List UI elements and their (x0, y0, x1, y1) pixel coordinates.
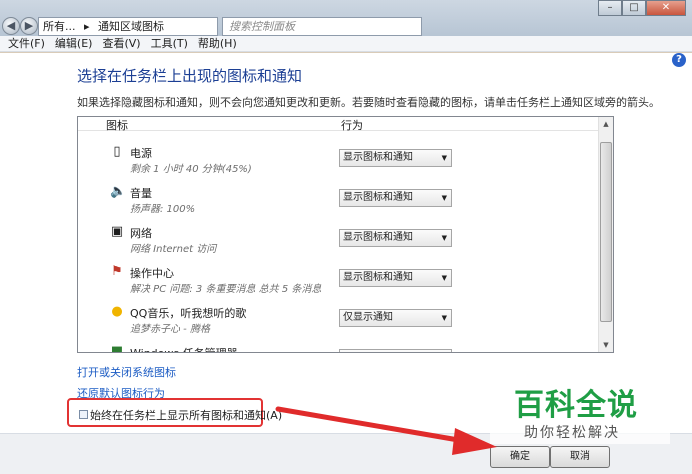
scroll-thumb[interactable] (600, 142, 612, 322)
menu-view[interactable]: 查看(V) (102, 36, 140, 51)
highlight-box: 始终在任务栏上显示所有图标和通知(A) (67, 398, 282, 427)
menu-edit[interactable]: 编辑(E) (55, 36, 93, 51)
close-button[interactable]: ✕ (646, 0, 686, 16)
vertical-scrollbar[interactable]: ▲ ▼ (598, 117, 613, 352)
item-name: 音量 (130, 187, 152, 200)
dropdown-arrow-icon: ▼ (441, 154, 447, 162)
menu-file[interactable]: 文件(F) (8, 36, 45, 51)
list-item: ⚑ 操作中心 解决 PC 问题: 3 条重要消息 总共 5 条消息 显示图标和通… (78, 261, 598, 301)
behavior-value: 仅显示通知 (343, 312, 393, 323)
checkbox-label[interactable]: 始终在任务栏上显示所有图标和通知(A) (90, 407, 282, 423)
item-subtitle: 解决 PC 问题: 3 条重要消息 总共 5 条消息 (130, 284, 322, 295)
behavior-value: 显示图标和通知 (343, 152, 413, 163)
item-name: QQ音乐，听我想听的歌 (130, 307, 247, 320)
search-input[interactable]: 搜索控制面板 (222, 17, 422, 36)
back-icon[interactable]: ◀ (2, 17, 20, 35)
battery-icon: ▯ (113, 144, 121, 159)
item-subtitle: 网络 Internet 访问 (130, 244, 217, 255)
speaker-icon: 🔈 (110, 184, 127, 199)
task-manager-icon: ■ (110, 344, 124, 353)
item-name: 电源 (130, 147, 152, 160)
behavior-value: 显示图标和通知 (343, 272, 413, 283)
address-segment[interactable]: 所有... (43, 20, 76, 33)
column-header-icon[interactable]: 图标 (106, 117, 128, 133)
list-item: ▣ 网络 网络 Internet 访问 显示图标和通知 ▼ (78, 221, 598, 261)
list-item: 🔈 音量 扬声器: 100% 显示图标和通知 ▼ (78, 181, 598, 221)
watermark: 百科全说 助你轻松解决 (490, 380, 670, 444)
description-text: 如果选择隐藏图标和通知，则不会向您通知更改和更新。若要随时查看隐藏的图标，请单击… (77, 96, 660, 109)
dropdown-arrow-icon: ▼ (441, 274, 447, 282)
address-bar[interactable]: 所有... ▸ 通知区域图标 (38, 17, 218, 36)
behavior-select[interactable]: 显示图标和通知 ▼ (339, 149, 452, 167)
item-name: Windows 任务管理器 (130, 345, 238, 352)
behavior-select[interactable]: 仅显示通知 ▼ (339, 309, 452, 327)
item-name: 网络 (130, 227, 152, 240)
menu-tools[interactable]: 工具(T) (151, 36, 188, 51)
maximize-button[interactable]: □ (622, 0, 646, 16)
address-segment[interactable]: 通知区域图标 (98, 20, 164, 33)
behavior-select[interactable] (339, 349, 452, 352)
network-icon: ▣ (110, 224, 124, 239)
behavior-select[interactable]: 显示图标和通知 ▼ (339, 269, 452, 287)
page-title: 选择在任务栏上出现的图标和通知 (77, 67, 303, 85)
forward-icon[interactable]: ▶ (20, 17, 38, 35)
item-subtitle: 追梦赤子心 - 腾格 (130, 324, 210, 335)
list-item: ■ Windows 任务管理器 (78, 341, 598, 353)
dropdown-arrow-icon: ▼ (441, 234, 447, 242)
qq-music-icon: ● (111, 304, 123, 319)
title-bar: ◀ ▶ 所有... ▸ 通知区域图标 搜索控制面板 – □ ✕ (0, 0, 692, 36)
minimize-button[interactable]: – (598, 0, 622, 16)
dropdown-arrow-icon: ▼ (441, 314, 447, 322)
breadcrumb-separator-icon: ▸ (84, 20, 90, 33)
item-subtitle: 扬声器: 100% (130, 204, 196, 215)
always-show-checkbox[interactable] (79, 410, 88, 419)
ok-button[interactable]: 确定 (490, 446, 550, 468)
watermark-subtitle: 助你轻松解决 (524, 425, 620, 441)
flag-icon: ⚑ (111, 264, 123, 279)
watermark-title: 百科全说 (514, 388, 638, 423)
behavior-value: 显示图标和通知 (343, 192, 413, 203)
scroll-up-icon[interactable]: ▲ (599, 117, 613, 131)
menu-bar: 文件(F) 编辑(E) 查看(V) 工具(T) 帮助(H) (0, 36, 692, 52)
toggle-system-icons-link[interactable]: 打开或关闭系统图标 (77, 364, 176, 380)
notification-icons-list: 图标 行为 ▯ 电源 剩余 1 小时 40 分钟(45%) 显示图标和通知 ▼ 🔈… (77, 116, 614, 353)
behavior-value: 显示图标和通知 (343, 232, 413, 243)
cancel-button[interactable]: 取消 (550, 446, 610, 468)
help-icon[interactable]: ? (672, 53, 686, 67)
column-header-behavior[interactable]: 行为 (341, 117, 363, 133)
window-controls: – □ ✕ (598, 0, 686, 16)
dropdown-arrow-icon: ▼ (441, 194, 447, 202)
behavior-select[interactable]: 显示图标和通知 ▼ (339, 229, 452, 247)
menu-help[interactable]: 帮助(H) (198, 36, 237, 51)
list-header: 图标 行为 (78, 117, 598, 133)
list-item: ● QQ音乐，听我想听的歌 追梦赤子心 - 腾格 仅显示通知 ▼ (78, 301, 598, 341)
item-name: 操作中心 (130, 267, 174, 280)
item-subtitle: 剩余 1 小时 40 分钟(45%) (130, 164, 252, 175)
list-item: ▯ 电源 剩余 1 小时 40 分钟(45%) 显示图标和通知 ▼ (78, 141, 598, 181)
scroll-down-icon[interactable]: ▼ (599, 338, 613, 352)
behavior-select[interactable]: 显示图标和通知 ▼ (339, 189, 452, 207)
